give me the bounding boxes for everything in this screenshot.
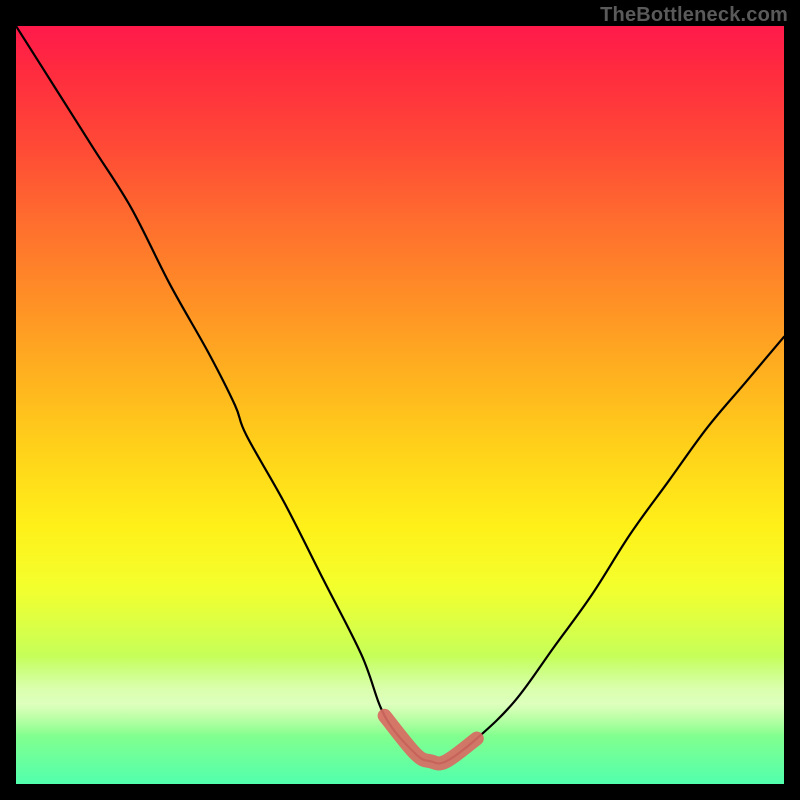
- bottleneck-curve-path: [16, 26, 784, 763]
- chart-stage: TheBottleneck.com: [0, 0, 800, 800]
- watermark-text: TheBottleneck.com: [600, 4, 788, 27]
- good-region-band-path: [385, 716, 477, 764]
- curve-svg: [16, 26, 784, 784]
- plot-frame: [16, 26, 784, 784]
